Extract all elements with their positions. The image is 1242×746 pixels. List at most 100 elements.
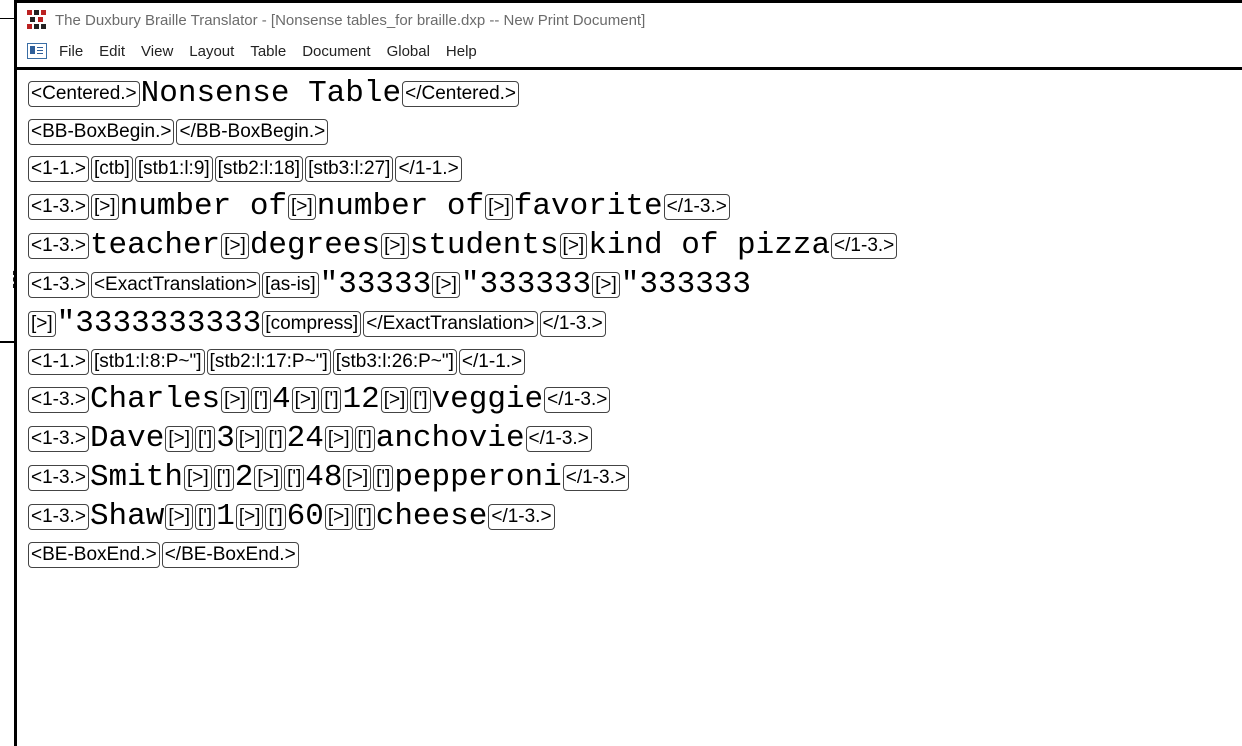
format-code[interactable]: [stb2:l:17:P~"] xyxy=(206,348,331,375)
format-code[interactable]: [>] xyxy=(324,425,353,452)
document-line[interactable]: <1-3.> <ExactTranslation> [as-is] "33333 [>]… xyxy=(27,265,1242,304)
document-text[interactable]: number of xyxy=(120,189,287,225)
menu-document[interactable]: Document xyxy=(302,43,370,60)
document-line[interactable]: <BB-BoxBegin.> </BB-BoxBegin.> xyxy=(27,113,1242,150)
format-code[interactable]: <BE-BoxEnd.> xyxy=(28,541,160,568)
format-code[interactable]: [>] xyxy=(559,232,588,259)
format-code[interactable]: <1-3.> xyxy=(28,386,89,413)
document-text[interactable]: anchovie xyxy=(376,421,525,457)
format-code[interactable]: [>] xyxy=(235,425,264,452)
format-code[interactable]: ['] xyxy=(195,425,216,452)
format-code[interactable]: [stb1:l:9] xyxy=(134,155,213,182)
document-line[interactable]: <1-3.> Smith [>] ['] 2 [>] ['] 48 [>] ['] pepperon… xyxy=(27,458,1242,497)
format-code[interactable]: [stb1:l:8:P~"] xyxy=(90,348,205,375)
format-code[interactable]: <1-3.> xyxy=(28,193,89,220)
format-code[interactable]: </1-3.> xyxy=(539,310,606,337)
format-code[interactable]: </1-3.> xyxy=(562,464,629,491)
document-icon[interactable] xyxy=(27,43,47,59)
menu-help[interactable]: Help xyxy=(446,43,477,60)
document-text[interactable]: 2 xyxy=(235,460,254,496)
format-code[interactable]: [ctb] xyxy=(90,155,133,182)
format-code[interactable]: </1-3.> xyxy=(488,503,555,530)
menu-global[interactable]: Global xyxy=(387,43,430,60)
format-code[interactable]: [>] xyxy=(380,386,409,413)
format-code[interactable]: [>] xyxy=(28,310,56,337)
format-code[interactable]: <1-3.> xyxy=(28,271,89,298)
format-code[interactable]: [>] xyxy=(343,464,372,491)
format-code[interactable]: </BE-BoxEnd.> xyxy=(161,541,299,568)
format-code[interactable]: </Centered.> xyxy=(402,80,520,107)
format-code[interactable]: ['] xyxy=(410,386,431,413)
format-code[interactable]: ['] xyxy=(284,464,305,491)
format-code[interactable]: [>] xyxy=(235,503,264,530)
format-code[interactable]: <ExactTranslation> xyxy=(90,271,260,298)
format-code[interactable]: </1-3.> xyxy=(663,193,730,220)
document-text[interactable]: Dave xyxy=(90,421,164,457)
duxbury-app-icon[interactable] xyxy=(27,9,49,31)
document-text[interactable]: 60 xyxy=(287,499,324,535)
format-code[interactable]: [>] xyxy=(90,193,119,220)
document-line[interactable]: <1-1.> [stb1:l:8:P~"] [stb2:l:17:P~"] [stb3… xyxy=(27,343,1242,380)
document-text[interactable]: 4 xyxy=(272,382,291,418)
document-text[interactable]: Shaw xyxy=(90,499,164,535)
format-code[interactable]: <BB-BoxBegin.> xyxy=(28,118,175,145)
format-code[interactable]: [>] xyxy=(592,271,620,298)
format-code[interactable]: ['] xyxy=(265,503,286,530)
format-code[interactable]: [>] xyxy=(221,232,249,259)
format-code[interactable]: [>] xyxy=(291,386,320,413)
format-code[interactable]: </ExactTranslation> xyxy=(363,310,538,337)
document-text[interactable]: "3333333333 xyxy=(57,306,262,342)
format-code[interactable]: [>] xyxy=(183,464,212,491)
document-line[interactable]: <BE-BoxEnd.> </BE-BoxEnd.> xyxy=(27,536,1242,573)
format-code[interactable]: [as-is] xyxy=(261,271,319,298)
document-line[interactable]: <1-3.> [>] number of [>] number of [>] favorit… xyxy=(27,187,1242,226)
format-code[interactable]: [>] xyxy=(221,386,249,413)
format-code[interactable]: ['] xyxy=(195,503,216,530)
format-code[interactable]: <Centered.> xyxy=(28,80,140,107)
format-code[interactable]: <1-3.> xyxy=(28,464,89,491)
format-code[interactable]: </1-1.> xyxy=(458,348,526,375)
document-text[interactable]: 24 xyxy=(287,421,324,457)
format-code[interactable]: [>] xyxy=(432,271,460,298)
document-line[interactable]: <1-3.> Dave [>] ['] 3 [>] ['] 24 [>] ['] anchovie <… xyxy=(27,419,1242,458)
format-code[interactable]: ['] xyxy=(373,464,394,491)
format-code[interactable]: ['] xyxy=(250,386,272,413)
document-editor[interactable]: <Centered.> Nonsense Table </Centered.> <BB… xyxy=(17,67,1242,746)
format-code[interactable]: <1-1.> xyxy=(28,348,89,375)
document-text[interactable]: favorite xyxy=(514,189,663,225)
format-code[interactable]: [>] xyxy=(165,503,194,530)
format-code[interactable]: [>] xyxy=(324,503,353,530)
document-text[interactable]: kind of pizza xyxy=(588,228,830,264)
document-text[interactable]: "33333 xyxy=(320,267,432,303)
format-code[interactable]: <1-1.> xyxy=(28,155,89,182)
format-code[interactable]: [stb3:l:27] xyxy=(305,155,394,182)
document-text[interactable]: cheese xyxy=(376,499,488,535)
format-code[interactable]: ['] xyxy=(265,425,286,452)
document-text[interactable]: "333333 xyxy=(621,267,751,303)
format-code[interactable]: [>] xyxy=(485,193,513,220)
document-text[interactable]: number of xyxy=(317,189,484,225)
menu-edit[interactable]: Edit xyxy=(99,43,125,60)
document-text[interactable]: degrees xyxy=(250,228,380,264)
format-code[interactable]: <1-3.> xyxy=(28,425,89,452)
document-text[interactable]: teacher xyxy=(90,228,220,264)
document-text[interactable]: veggie xyxy=(432,382,544,418)
format-code[interactable]: [stb3:l:26:P~"] xyxy=(332,348,457,375)
format-code[interactable]: <1-3.> xyxy=(28,503,89,530)
document-text[interactable]: "333333 xyxy=(461,267,591,303)
document-text[interactable]: 12 xyxy=(342,382,379,418)
document-text[interactable]: Smith xyxy=(90,460,183,496)
format-code[interactable]: [stb2:l:18] xyxy=(214,155,304,182)
format-code[interactable]: </1-3.> xyxy=(544,386,611,413)
format-code[interactable]: <1-3.> xyxy=(28,232,89,259)
document-text[interactable]: pepperoni xyxy=(394,460,561,496)
document-text[interactable]: students xyxy=(410,228,559,264)
title-bar[interactable]: The Duxbury Braille Translator - [Nonsen… xyxy=(17,3,1242,37)
document-line[interactable]: <1-3.> teacher [>] degrees [>] students [>] kin… xyxy=(27,226,1242,265)
document-line[interactable]: <1-3.> Charles [>] ['] 4 [>] ['] 12 [>] ['] veggie… xyxy=(27,380,1242,419)
menu-file[interactable]: File xyxy=(59,43,83,60)
format-code[interactable]: [>] xyxy=(381,232,409,259)
format-code[interactable]: </1-3.> xyxy=(831,232,898,259)
document-text[interactable]: 48 xyxy=(305,460,342,496)
format-code[interactable]: ['] xyxy=(354,503,375,530)
